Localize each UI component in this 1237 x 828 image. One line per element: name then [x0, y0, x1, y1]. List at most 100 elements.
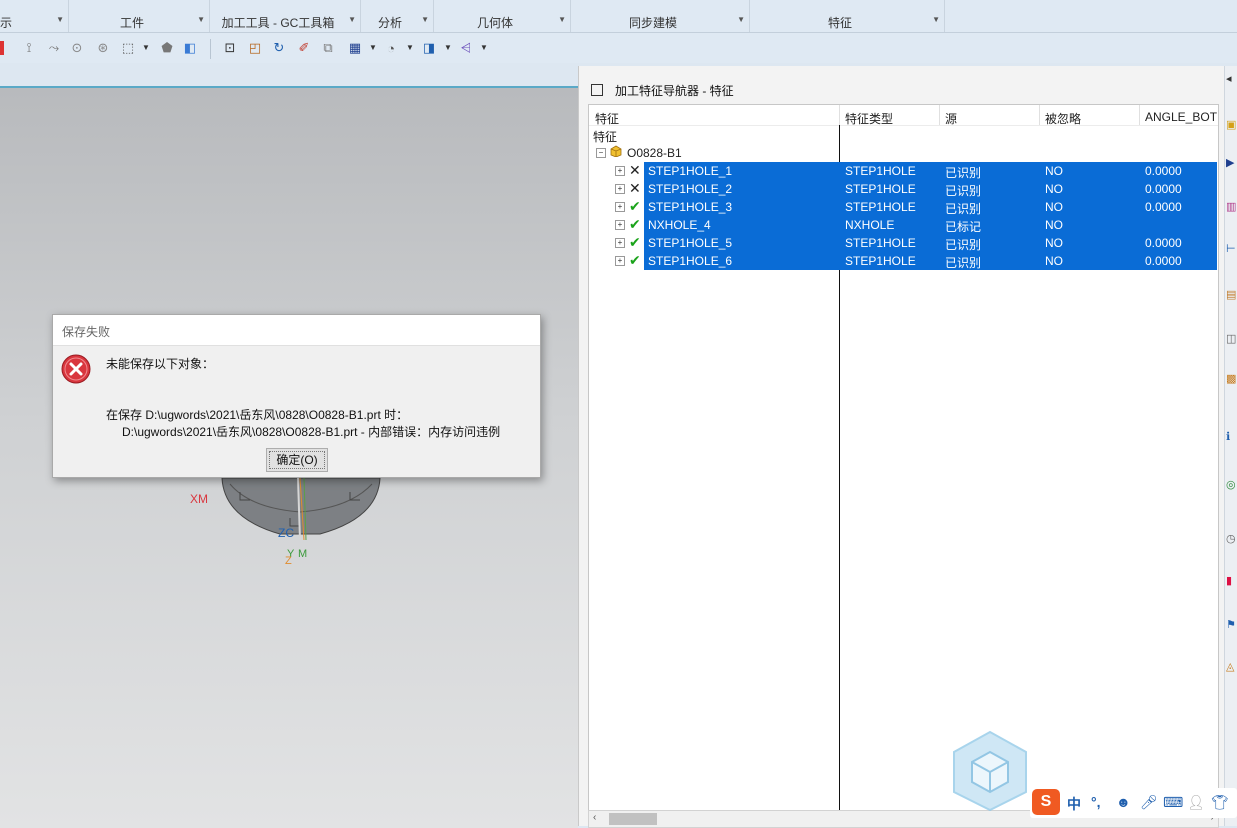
filter-icon[interactable]: ⩤: [457, 39, 475, 57]
dialog-titlebar[interactable]: 保存失败: [53, 315, 540, 346]
play-icon[interactable]: ▶: [1226, 156, 1237, 174]
chevron-down-icon[interactable]: ▼: [348, 15, 356, 24]
tree-icon[interactable]: ⊢: [1226, 242, 1237, 260]
ribbon-group-sync-modeling[interactable]: 同步建模 ▼: [571, 0, 750, 32]
ribbon-group-display[interactable]: 示 ▼: [0, 0, 69, 32]
chevron-down-icon[interactable]: ▼: [197, 15, 205, 24]
select-region-icon[interactable]: ⬚: [119, 39, 137, 57]
navigator-title-text: 加工特征导航器 - 特征: [615, 84, 734, 98]
solid-blue-icon[interactable]: ◧: [181, 39, 199, 57]
ribbon-group-label: 分析: [377, 16, 402, 30]
ribbon-group-gc-toolbox[interactable]: 加工工具 - GC工具箱 ▼: [210, 0, 361, 32]
expand-icon[interactable]: +: [615, 220, 625, 230]
chevron-down-icon[interactable]: ▼: [369, 43, 377, 52]
ribbon-group-label: 几何体: [476, 16, 513, 30]
info-icon[interactable]: ℹ: [1226, 430, 1237, 448]
chevron-down-icon[interactable]: ▼: [406, 43, 414, 52]
user-icon[interactable]: 👤︎: [1187, 794, 1205, 811]
red-marker-icon[interactable]: [0, 41, 4, 55]
feature-row[interactable]: + ✕ STEP1HOLE_1 STEP1HOLE 已识别 NO 0.0000: [589, 162, 1218, 180]
toolbar-separator: [210, 39, 211, 59]
ime-punctuation-toggle[interactable]: °,: [1091, 794, 1101, 810]
column-header-angle[interactable]: ANGLE_BOT: [1145, 110, 1217, 124]
shaded-view-icon[interactable]: ◨: [420, 39, 438, 57]
render-style-icon[interactable]: ◔: [382, 39, 400, 57]
selection-highlight: [644, 216, 1217, 234]
column-divider[interactable]: [1139, 105, 1140, 125]
expand-icon[interactable]: +: [615, 202, 625, 212]
axis-label-xm: XM: [190, 492, 208, 506]
emoji-icon[interactable]: ☻: [1116, 794, 1131, 810]
chevron-down-icon[interactable]: ▼: [737, 15, 745, 24]
ribbon-group-feature[interactable]: 特征 ▼: [750, 0, 945, 32]
scrollbar-thumb[interactable]: [609, 813, 657, 825]
feature-row[interactable]: + ✔ STEP1HOLE_6 STEP1HOLE 已识别 NO 0.0000: [589, 252, 1218, 270]
pan-icon[interactable]: ✐: [295, 39, 313, 57]
column-header-type[interactable]: 特征类型: [845, 110, 893, 127]
expand-icon[interactable]: +: [615, 256, 625, 266]
part-model[interactable]: [220, 478, 382, 548]
view-layout-icon[interactable]: ▦: [346, 39, 364, 57]
sogou-logo-icon[interactable]: S: [1032, 789, 1060, 815]
tree-root-row[interactable]: 特征: [589, 126, 1218, 144]
tool-library-icon[interactable]: ◫: [1226, 332, 1237, 350]
resource-collapse-icon[interactable]: ◂: [1226, 72, 1237, 90]
feature-row[interactable]: + ✔ NXHOLE_4 NXHOLE 已标记 NO: [589, 216, 1218, 234]
expand-icon[interactable]: +: [615, 184, 625, 194]
scroll-left-arrow-icon[interactable]: ‹: [593, 812, 596, 823]
feature-row[interactable]: + ✔ STEP1HOLE_5 STEP1HOLE 已识别 NO 0.0000: [589, 234, 1218, 252]
feature-grid[interactable]: 特征 特征类型 源 被忽略 ANGLE_BOT 特征 − O0828-B1 + …: [588, 104, 1219, 812]
feature-row[interactable]: + ✕ STEP1HOLE_2 STEP1HOLE 已识别 NO 0.0000: [589, 180, 1218, 198]
roles-icon[interactable]: ⚑: [1226, 618, 1237, 636]
x-mark-icon: ✕: [629, 162, 641, 178]
feature-ignored: NO: [1045, 236, 1063, 250]
chevron-down-icon[interactable]: ▼: [558, 15, 566, 24]
clock-icon[interactable]: ◷: [1226, 532, 1237, 550]
pin-checkbox[interactable]: [591, 84, 603, 96]
check-mark-icon: ✔: [629, 252, 641, 268]
box-icon[interactable]: ▩: [1226, 372, 1237, 390]
select-edge-icon[interactable]: ⤳: [45, 39, 63, 57]
select-hole-icon[interactable]: ⊛: [94, 39, 112, 57]
chevron-down-icon[interactable]: ▼: [56, 15, 64, 24]
keyboard-icon[interactable]: ⌨: [1163, 794, 1183, 811]
ribbon-group-workpiece[interactable]: 工件 ▼: [69, 0, 210, 32]
chevron-down-icon[interactable]: ▼: [932, 15, 940, 24]
ime-language-toggle[interactable]: 中: [1067, 794, 1081, 814]
grid-view-icon[interactable]: ▤: [1226, 288, 1237, 306]
column-header-source[interactable]: 源: [945, 110, 957, 127]
expand-icon[interactable]: +: [615, 166, 625, 176]
solid-gray-icon[interactable]: ⬟: [158, 39, 176, 57]
ok-button[interactable]: 确定(O): [266, 448, 328, 472]
chevron-down-icon[interactable]: ▼: [421, 15, 429, 24]
web-icon[interactable]: ◬: [1226, 660, 1237, 678]
column-divider[interactable]: [839, 105, 840, 125]
chevron-down-icon[interactable]: ▼: [444, 43, 452, 52]
column-header-ignored[interactable]: 被忽略: [1045, 110, 1081, 127]
ribbon-group-analysis[interactable]: 分析 ▼: [361, 0, 434, 32]
zoom-window-icon[interactable]: ◰: [246, 39, 264, 57]
feature-name: NXHOLE_4: [648, 218, 711, 232]
column-divider[interactable]: [939, 105, 940, 125]
history-icon[interactable]: ◎: [1226, 478, 1237, 496]
cylinder-icon[interactable]: ▥: [1226, 200, 1237, 218]
column-divider[interactable]: [1039, 105, 1040, 125]
select-curve-icon[interactable]: ⟟: [20, 39, 38, 57]
select-point-icon[interactable]: ⊙: [68, 39, 86, 57]
chevron-down-icon[interactable]: ▼: [142, 43, 150, 52]
rotate-icon[interactable]: ↻: [270, 39, 288, 57]
layer-icon[interactable]: ⧉: [319, 39, 337, 57]
feature-row[interactable]: + ✔ STEP1HOLE_3 STEP1HOLE 已识别 NO 0.0000: [589, 198, 1218, 216]
chevron-down-icon[interactable]: ▼: [480, 43, 488, 52]
palette-icon[interactable]: ▮: [1226, 574, 1237, 592]
part-row[interactable]: − O0828-B1: [589, 144, 1218, 162]
expand-icon[interactable]: +: [615, 238, 625, 248]
ribbon-group-geometry[interactable]: 几何体 ▼: [434, 0, 571, 32]
feature-type: STEP1HOLE: [845, 200, 916, 214]
microphone-icon[interactable]: 🎤︎: [1140, 794, 1158, 811]
zoom-fit-icon[interactable]: ⊡: [221, 39, 239, 57]
part-navigator-icon[interactable]: ▣: [1226, 118, 1237, 136]
collapse-icon[interactable]: −: [596, 148, 606, 158]
column-header-feature[interactable]: 特征: [595, 110, 619, 127]
skin-shirt-icon[interactable]: 👕︎: [1211, 794, 1229, 811]
